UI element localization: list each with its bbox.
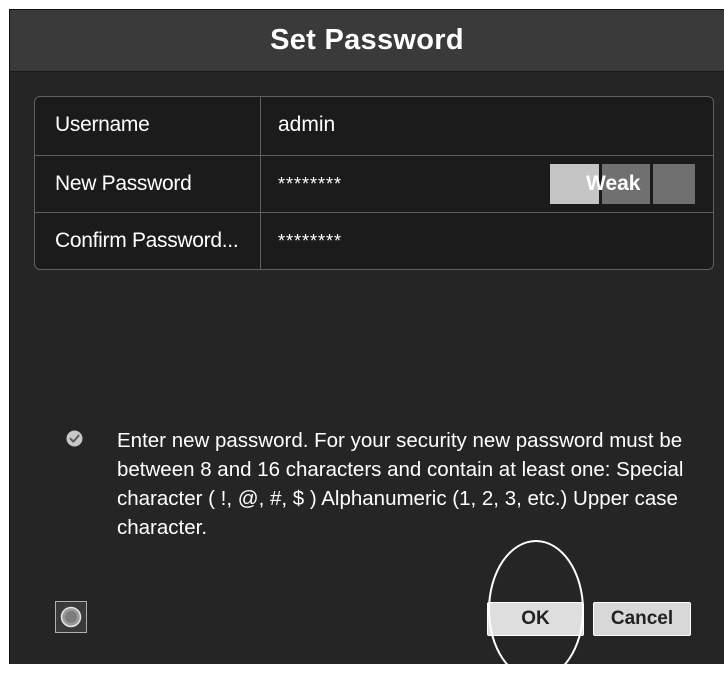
strength-segment-3 — [653, 164, 695, 204]
username-label: Username — [55, 113, 150, 136]
username-field[interactable]: admin — [278, 113, 335, 137]
dialog-title: Set Password — [10, 10, 724, 72]
password-form-table: Username admin New Password ******** Wea… — [34, 96, 714, 270]
strength-label: Weak — [586, 172, 641, 195]
password-strength-meter: Weak — [550, 164, 695, 204]
ok-button[interactable]: OK — [487, 602, 584, 636]
requirements-text: Enter new password. For your security ne… — [117, 429, 684, 539]
confirm-password-row: Confirm Password... ******** — [35, 212, 713, 269]
confirm-password-field[interactable]: ******** — [278, 231, 342, 252]
set-password-dialog: Set Password Username admin New Password… — [9, 9, 724, 680]
check-circle-icon — [66, 430, 83, 447]
new-password-field[interactable]: ******** — [278, 174, 342, 195]
cancel-button[interactable]: Cancel — [593, 602, 691, 636]
new-password-row: New Password ******** Weak — [35, 155, 713, 212]
username-row: Username admin — [35, 97, 713, 153]
new-password-label: New Password — [55, 172, 192, 195]
confirm-password-label: Confirm Password... — [55, 229, 239, 252]
record-toggle-button[interactable] — [55, 601, 87, 633]
record-circle-icon — [60, 606, 82, 628]
